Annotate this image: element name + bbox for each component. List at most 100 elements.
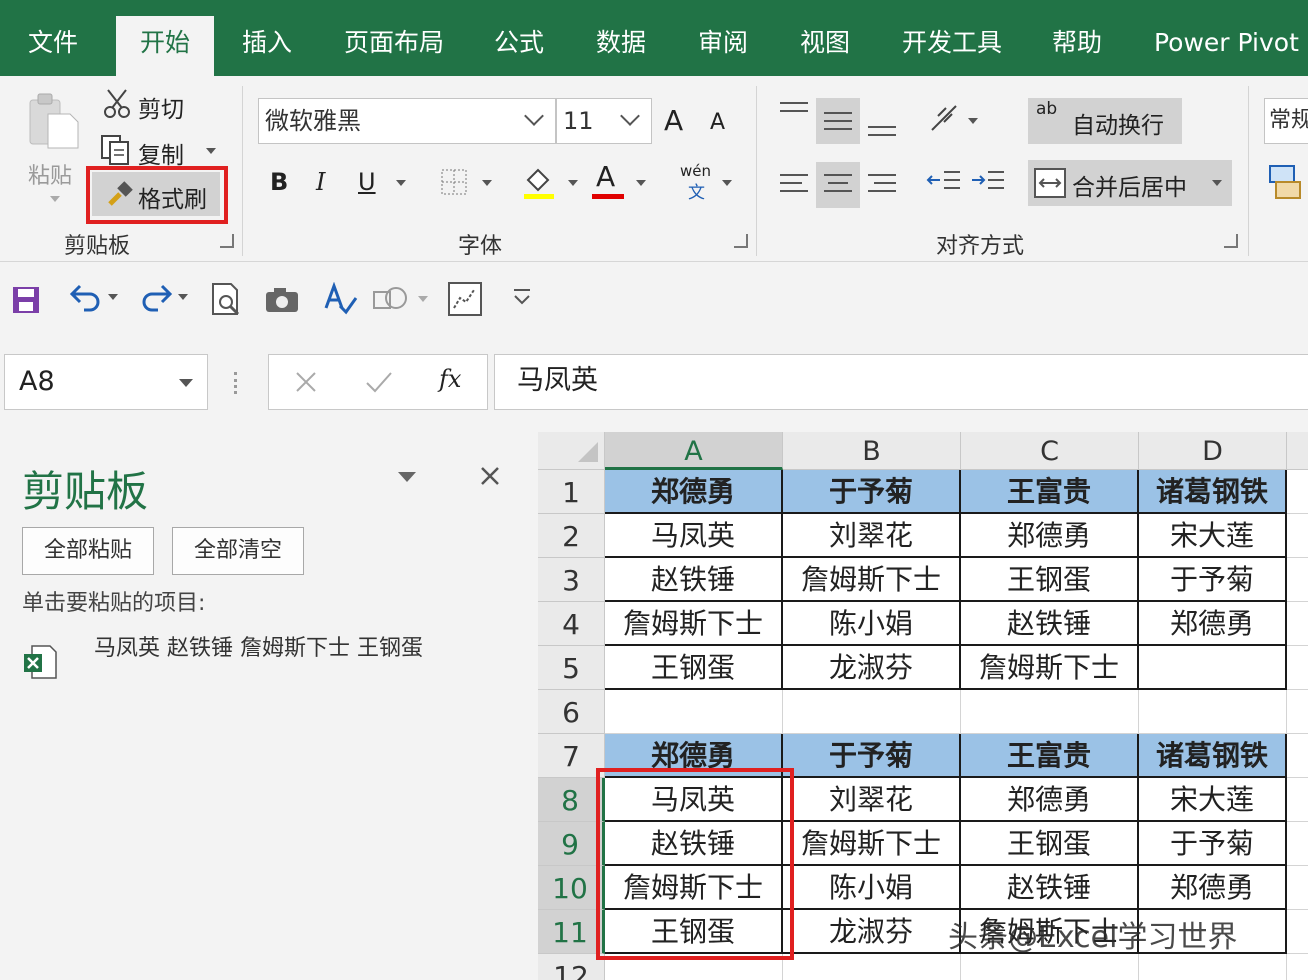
- row-header[interactable]: 4: [538, 602, 605, 646]
- alignment-launcher-icon[interactable]: [1224, 234, 1238, 248]
- formula-bar-splitter[interactable]: [234, 372, 238, 394]
- orientation-icon[interactable]: [928, 102, 962, 136]
- tab-data[interactable]: 数据: [596, 0, 646, 76]
- table-cell[interactable]: 于予菊: [783, 734, 961, 778]
- paste-button[interactable]: [26, 92, 80, 152]
- align-middle-button[interactable]: [816, 98, 860, 144]
- table-cell[interactable]: [605, 690, 783, 734]
- italic-button[interactable]: I: [316, 168, 325, 196]
- underline-button[interactable]: U: [358, 168, 376, 196]
- close-pane-icon[interactable]: [480, 466, 500, 486]
- table-cell[interactable]: 郑德勇: [1139, 602, 1287, 646]
- table-cell[interactable]: 陈小娟: [783, 866, 961, 910]
- spelling-icon[interactable]: [322, 282, 358, 318]
- paste-all-button[interactable]: 全部粘贴: [22, 527, 154, 575]
- align-center-button[interactable]: [816, 162, 860, 208]
- align-top-icon[interactable]: [780, 102, 810, 126]
- table-cell[interactable]: 詹姆斯下士: [783, 822, 961, 866]
- row-header[interactable]: 10: [538, 866, 605, 910]
- wrap-text-button[interactable]: ab 自动换行: [1028, 98, 1182, 144]
- customize-qat-icon[interactable]: [512, 288, 532, 308]
- increase-indent-icon[interactable]: [970, 168, 1006, 196]
- table-cell[interactable]: 王富贵: [961, 470, 1139, 514]
- align-bottom-icon[interactable]: [868, 120, 898, 144]
- copy-button[interactable]: 复制: [138, 136, 184, 170]
- empty-cell[interactable]: [1287, 734, 1308, 778]
- fill-color-icon[interactable]: [522, 164, 558, 200]
- empty-cell[interactable]: [1287, 822, 1308, 866]
- chart-icon[interactable]: [448, 282, 482, 316]
- row-header[interactable]: 5: [538, 646, 605, 690]
- enter-check-icon[interactable]: [365, 371, 393, 393]
- merge-center-button[interactable]: 合并后居中: [1028, 160, 1232, 206]
- column-header-d[interactable]: D: [1139, 432, 1287, 470]
- column-header-e[interactable]: [1287, 432, 1308, 470]
- column-header-a[interactable]: A: [605, 432, 783, 470]
- row-header[interactable]: 8: [538, 778, 605, 822]
- redo-icon[interactable]: [136, 282, 176, 314]
- row-header[interactable]: 9: [538, 822, 605, 866]
- table-cell[interactable]: 郑德勇: [1139, 866, 1287, 910]
- phonetic-button[interactable]: wén 文: [680, 162, 716, 203]
- redo-dropdown-icon[interactable]: [178, 294, 188, 300]
- font-size-select[interactable]: 11: [556, 98, 652, 144]
- tab-formulas[interactable]: 公式: [494, 0, 544, 76]
- table-cell[interactable]: 王钢蛋: [961, 558, 1139, 602]
- table-cell[interactable]: [783, 690, 961, 734]
- table-cell[interactable]: 郑德勇: [961, 778, 1139, 822]
- font-color-button[interactable]: A: [592, 160, 626, 200]
- tab-insert[interactable]: 插入: [242, 0, 292, 76]
- table-cell[interactable]: 郑德勇: [961, 514, 1139, 558]
- tab-developer[interactable]: 开发工具: [902, 0, 1002, 76]
- row-header[interactable]: 2: [538, 514, 605, 558]
- row-header[interactable]: 3: [538, 558, 605, 602]
- row-header[interactable]: 1: [538, 470, 605, 514]
- shrink-font-button[interactable]: A: [710, 110, 725, 135]
- table-cell[interactable]: [783, 954, 961, 980]
- name-box[interactable]: A8: [4, 354, 208, 410]
- phonetic-dropdown-icon[interactable]: [722, 180, 732, 186]
- shapes-dropdown-icon[interactable]: [418, 296, 428, 302]
- table-cell[interactable]: 赵铁锤: [961, 866, 1139, 910]
- table-cell[interactable]: 詹姆斯下士: [961, 646, 1139, 690]
- table-cell[interactable]: 诸葛钢铁: [1139, 734, 1287, 778]
- table-cell[interactable]: [1139, 954, 1287, 980]
- paste-label[interactable]: 粘贴: [28, 158, 72, 190]
- fill-color-dropdown-icon[interactable]: [568, 180, 578, 186]
- decrease-indent-icon[interactable]: [926, 168, 962, 196]
- orientation-dropdown-icon[interactable]: [968, 118, 978, 124]
- table-cell[interactable]: 詹姆斯下士: [783, 558, 961, 602]
- font-color-dropdown-icon[interactable]: [636, 180, 646, 186]
- table-cell[interactable]: 宋大莲: [1139, 514, 1287, 558]
- borders-icon[interactable]: [440, 168, 468, 196]
- font-name-select[interactable]: 微软雅黑: [258, 98, 556, 144]
- bold-button[interactable]: B: [270, 168, 288, 196]
- table-cell[interactable]: 马凤英: [605, 514, 783, 558]
- empty-cell[interactable]: [1287, 910, 1308, 954]
- empty-cell[interactable]: [1287, 866, 1308, 910]
- accounting-format-icon[interactable]: [1268, 164, 1302, 200]
- empty-cell[interactable]: [1287, 778, 1308, 822]
- undo-dropdown-icon[interactable]: [108, 294, 118, 300]
- cancel-icon[interactable]: [295, 371, 317, 393]
- name-box-dropdown-icon[interactable]: [179, 379, 193, 387]
- cut-button[interactable]: 剪切: [138, 90, 184, 124]
- table-cell[interactable]: 王富贵: [961, 734, 1139, 778]
- tab-page-layout[interactable]: 页面布局: [344, 0, 444, 76]
- table-cell[interactable]: 赵铁锤: [961, 602, 1139, 646]
- align-right-icon[interactable]: [868, 172, 898, 200]
- empty-cell[interactable]: [1287, 602, 1308, 646]
- save-icon[interactable]: [12, 286, 40, 314]
- row-header[interactable]: 7: [538, 734, 605, 778]
- table-cell[interactable]: 赵铁锤: [605, 558, 783, 602]
- table-cell[interactable]: 刘翠花: [783, 514, 961, 558]
- table-cell[interactable]: [1139, 646, 1287, 690]
- table-cell[interactable]: 陈小娟: [783, 602, 961, 646]
- empty-cell[interactable]: [1287, 646, 1308, 690]
- clear-all-button[interactable]: 全部清空: [172, 527, 304, 575]
- tab-review[interactable]: 审阅: [698, 0, 748, 76]
- table-cell[interactable]: 于予菊: [1139, 822, 1287, 866]
- empty-cell[interactable]: [1287, 470, 1308, 514]
- insert-function-button[interactable]: fx: [439, 365, 461, 393]
- tab-home[interactable]: 开始: [116, 16, 214, 76]
